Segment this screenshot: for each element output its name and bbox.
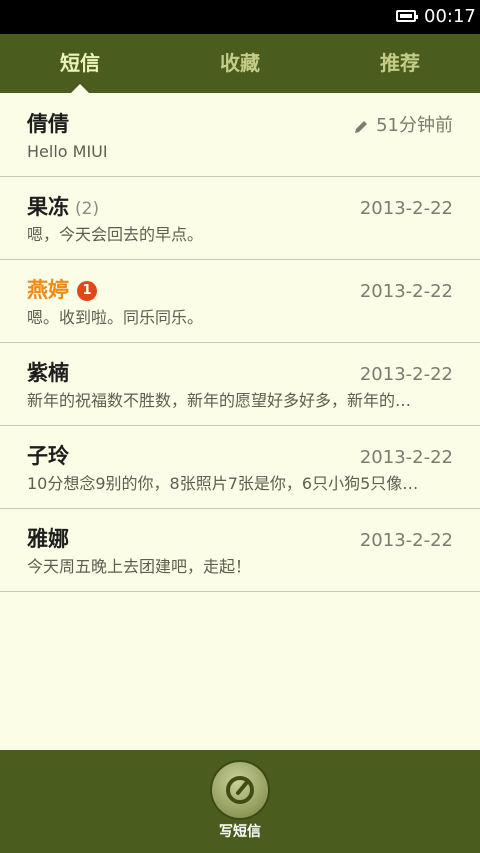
message-time: 2013-2-22 — [359, 447, 453, 468]
conversation-item[interactable]: 子玲 2013-2-22 10分想念9别的你，8张照片7张是你，6只小狗5只像… — [0, 426, 480, 509]
message-time: 2013-2-22 — [359, 364, 453, 385]
conversation-item[interactable]: 燕婷 1 2013-2-22 嗯。收到啦。同乐同乐。 — [0, 260, 480, 343]
unread-badge: 1 — [77, 281, 97, 301]
contact-name: 燕婷 1 — [27, 276, 97, 304]
message-preview: 新年的祝福数不胜数，新年的愿望好多好多，新年的… — [27, 391, 412, 410]
message-time: 51分钟前 — [376, 115, 453, 136]
compose-button[interactable] — [212, 762, 268, 818]
message-preview: 嗯。收到啦。同乐同乐。 — [27, 308, 204, 327]
message-time: 2013-2-22 — [359, 530, 453, 551]
status-time: 00:17 — [424, 6, 476, 27]
message-preview: Hello MIUI — [27, 142, 108, 161]
tab-favorites[interactable]: 收藏 — [160, 34, 320, 93]
conversation-item[interactable]: 雅娜 2013-2-22 今天周五晚上去团建吧，走起！ — [0, 509, 480, 592]
conversation-list: 倩倩 51分钟前 Hello MIUI 果冻 (2) 2013-2-22 嗯，今天… — [0, 94, 480, 592]
contact-name: 子玲 — [27, 444, 69, 468]
tab-recommended[interactable]: 推荐 — [320, 34, 480, 93]
message-time: 2013-2-22 — [359, 281, 453, 302]
status-bar: 00:17 — [0, 0, 480, 34]
conversation-item[interactable]: 果冻 (2) 2013-2-22 嗯，今天会回去的早点。 — [0, 177, 480, 260]
message-preview: 嗯，今天会回去的早点。 — [27, 225, 204, 244]
contact-name: 紫楠 — [27, 361, 69, 385]
contact-name: 果冻 (2) — [27, 193, 99, 223]
conversation-item[interactable]: 倩倩 51分钟前 Hello MIUI — [0, 94, 480, 177]
draft-pencil-icon — [355, 121, 367, 133]
message-preview: 今天周五晚上去团建吧，走起！ — [27, 557, 252, 576]
message-time: 2013-2-22 — [359, 198, 453, 219]
active-tab-indicator — [70, 84, 90, 94]
compose-label: 写短信 — [219, 824, 261, 840]
contact-name-text: 果冻 — [27, 195, 69, 219]
conversation-item[interactable]: 紫楠 2013-2-22 新年的祝福数不胜数，新年的愿望好多好多，新年的… — [0, 343, 480, 426]
contact-name: 雅娜 — [27, 527, 69, 551]
contact-name: 倩倩 — [27, 112, 69, 136]
message-count: (2) — [75, 199, 100, 219]
compose-icon — [226, 776, 254, 804]
battery-icon — [396, 10, 418, 22]
contact-name-text: 燕婷 — [27, 278, 69, 302]
message-preview: 10分想念9别的你，8张照片7张是你，6只小狗5只像… — [27, 474, 419, 493]
